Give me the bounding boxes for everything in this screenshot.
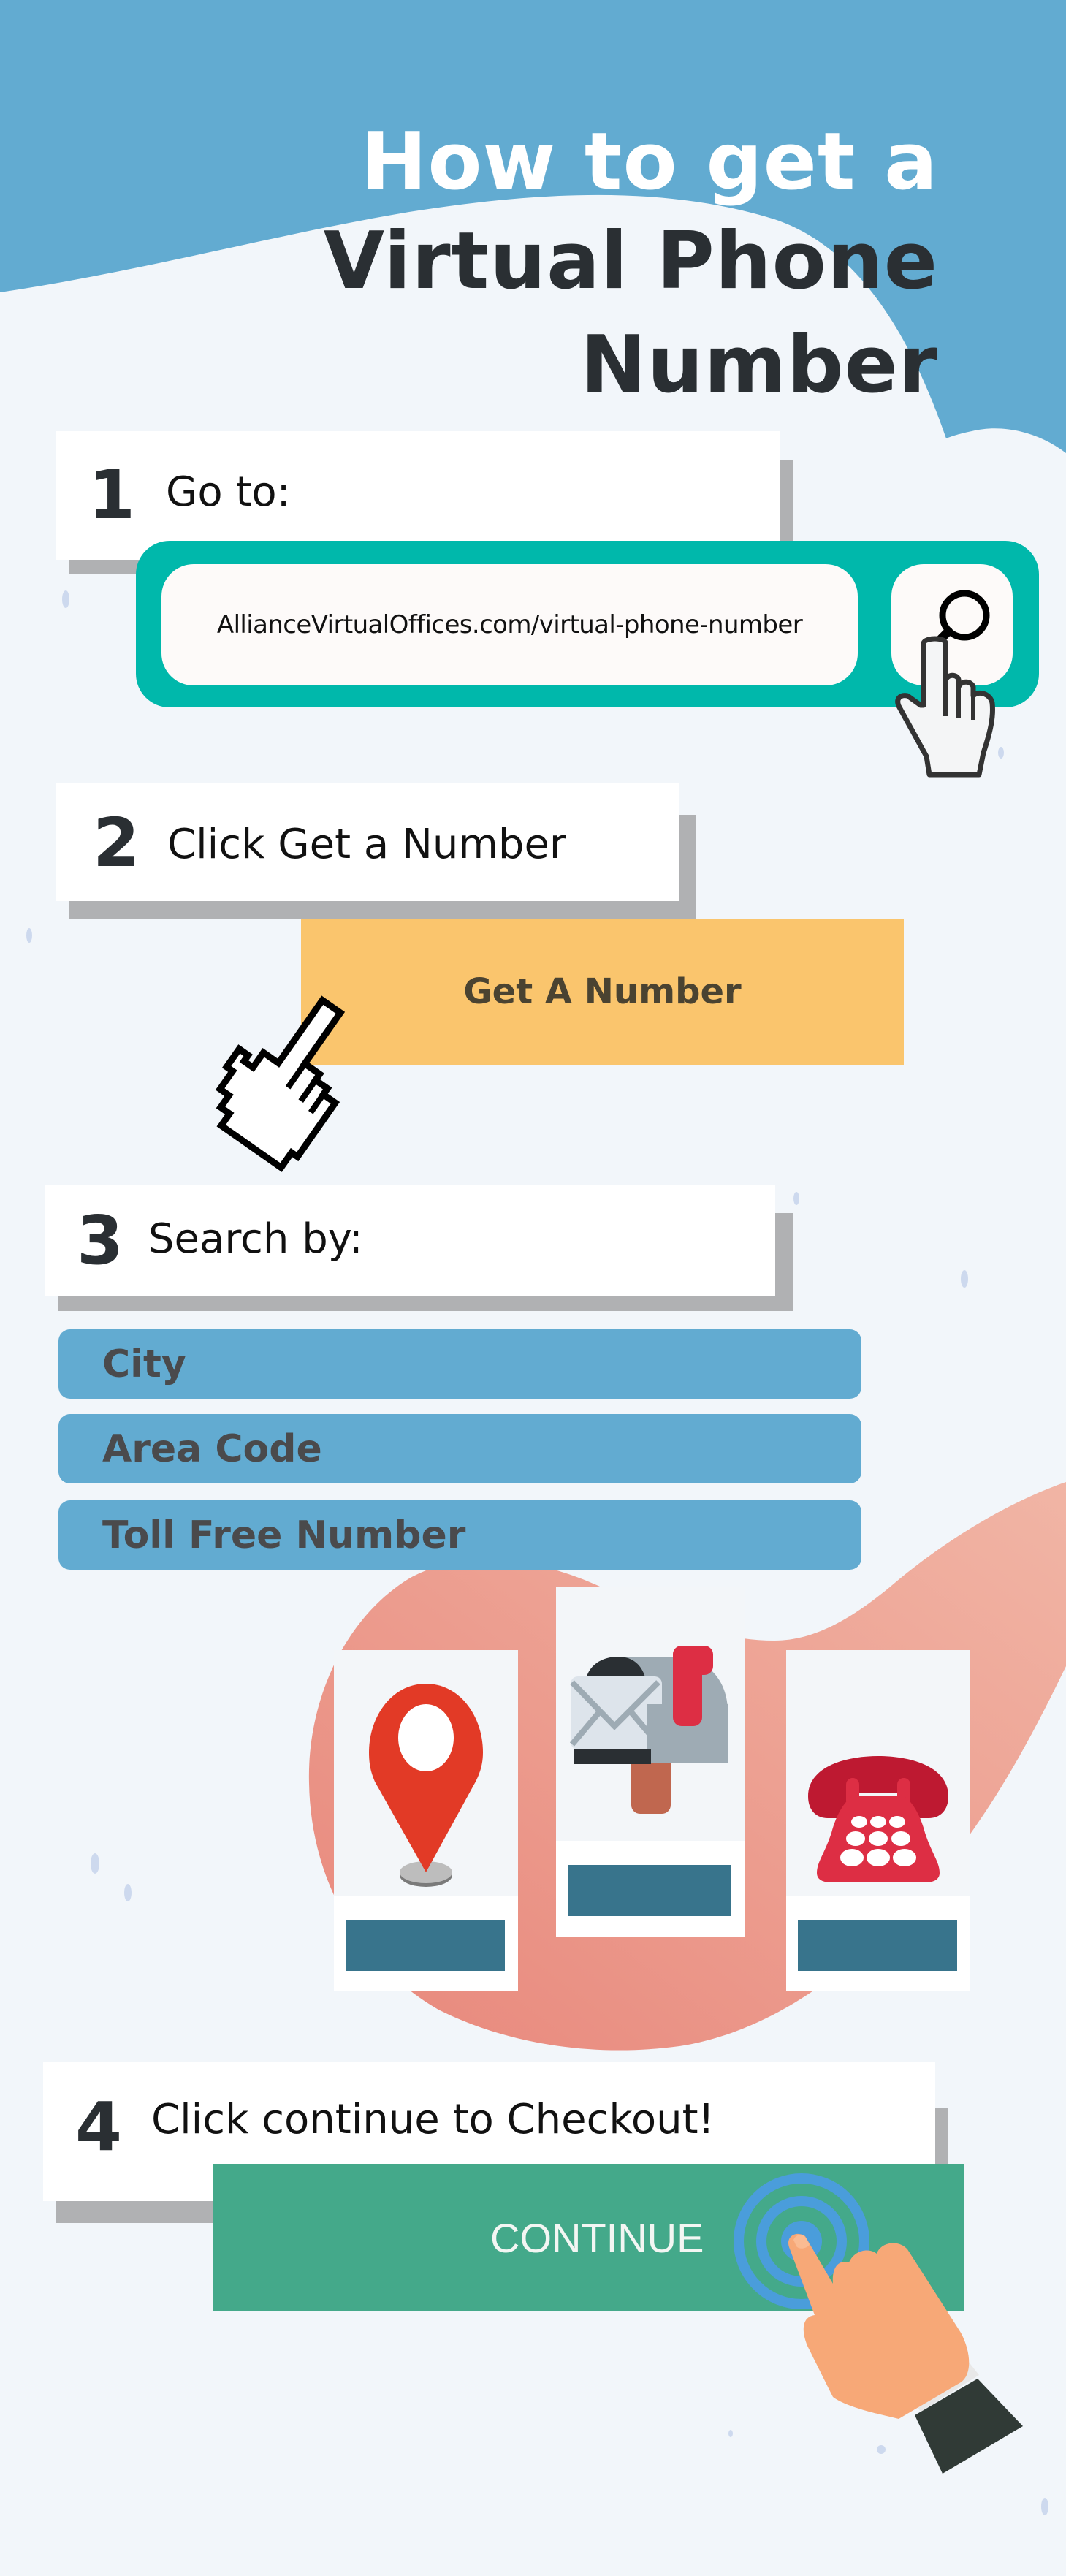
step-3-label: Search by: (148, 1215, 363, 1263)
step-1-label: Go to: (166, 468, 291, 516)
search-option-label: Toll Free Number (102, 1513, 466, 1557)
search-option-area-code[interactable]: Area Code (58, 1414, 861, 1483)
step-4-number: 4 (75, 2088, 123, 2166)
title-line-2: Virtual Phone (323, 216, 938, 307)
mailbox-icon (569, 1646, 728, 1814)
step-4-label: Click continue to Checkout! (151, 2096, 715, 2143)
location-pin-icon (369, 1684, 483, 1887)
pointing-hand-icon (734, 2173, 1023, 2474)
step-2-number: 2 (93, 804, 140, 882)
url-text: AllianceVirtualOffices.com/virtual-phone… (216, 610, 803, 639)
step-2-label-emphasis: Get a Number (278, 821, 566, 868)
card-area-code (556, 1587, 745, 1937)
step-2-label-prefix: Click (167, 821, 278, 868)
title-line-1: How to get a (360, 116, 938, 208)
title-line-3: Number (580, 319, 938, 411)
card-toll-free (786, 1650, 970, 1991)
url-field[interactable]: AllianceVirtualOffices.com/virtual-phone… (161, 564, 858, 685)
get-a-number-label: Get A Number (463, 971, 742, 1012)
get-a-number-button[interactable]: Get A Number (301, 919, 904, 1065)
search-option-label: City (102, 1342, 186, 1386)
search-option-toll-free[interactable]: Toll Free Number (58, 1500, 861, 1570)
step-1-number: 1 (88, 456, 136, 534)
pixel-pointer-hand-icon (215, 995, 346, 1172)
card-city (334, 1650, 518, 1991)
step-3-number: 3 (77, 1201, 124, 1280)
search-option-city[interactable]: City (58, 1329, 861, 1399)
step-2-box: 2 Click Get a Number (56, 783, 679, 901)
search-option-label: Area Code (102, 1426, 322, 1471)
continue-label: CONTINUE (490, 2214, 704, 2261)
step-3-box: 3 Search by: (45, 1185, 775, 1296)
step-2-label: Click Get a Number (167, 824, 566, 865)
pointer-hand-icon (895, 636, 995, 778)
telephone-icon (808, 1756, 948, 1882)
